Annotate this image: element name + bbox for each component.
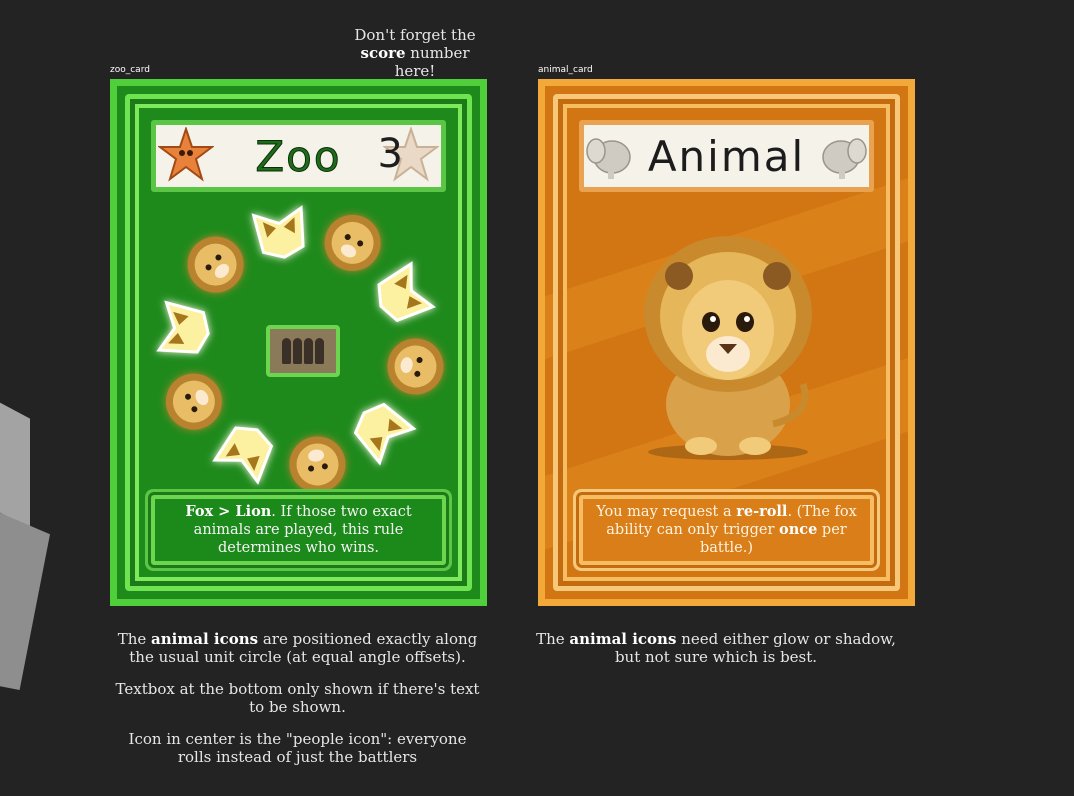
note-text: number here! [394,44,470,80]
lion-icon [324,214,381,271]
rule-bold: re-roll [736,503,788,520]
note-text: score number here! [350,44,480,80]
note-paragraph: The animal icons are positioned exactly … [110,630,485,666]
note-text: Don't forget the [354,26,476,44]
lion-icon [387,338,444,395]
fox-icon [377,261,436,323]
elephant-icon [822,138,867,179]
note-animal: The animal icons need either glow or sha… [528,630,904,666]
rule-text-part: You may request a [596,504,737,520]
person-figure [282,338,291,364]
title-bar: Animal [579,120,874,192]
note-text: The [536,630,570,648]
person-figure [293,338,302,364]
lion-icon [187,236,244,293]
card-label-zoo: zoo_card [110,65,150,75]
background-shape [0,500,50,690]
note-bold: animal icons [569,630,677,648]
rule-bold: once [779,521,818,538]
animal-card[interactable]: Animal You may request a re-roll. (The f… [538,79,915,606]
note-paragraph: Icon in center is the "people icon": eve… [128,730,467,766]
rule-text: You may request a re-roll. (The fox abil… [591,503,862,557]
card-label-animal: animal_card [538,65,593,75]
background-shape [0,381,30,529]
fox-icon [251,205,305,259]
rule-bold: Fox > Lion [185,503,272,520]
lion-icon [165,373,222,430]
people-icon [266,325,340,377]
person-figure [315,338,324,364]
rule-text: Fox > Lion. If those two exact animals a… [163,503,434,557]
person-figure [304,338,313,364]
note-score: Don't forget the score number here! [350,26,480,80]
fox-icon [156,300,210,354]
note-bold: animal icons [151,630,259,648]
lion-icon [289,436,346,493]
rule-textbox: You may request a re-roll. (The fox abil… [579,495,874,565]
note-bold: score [360,44,406,62]
rule-textbox: Fox > Lion. If those two exact animals a… [151,495,446,565]
fox-icon [212,426,274,485]
note-paragraph: Textbox at the bottom only shown if ther… [115,680,480,716]
zoo-card[interactable]: Zoo 3 Fox > Lion. If those two exact ani… [110,79,487,606]
note-zoo: The animal icons are positioned exactly … [110,630,485,780]
note-text: The [117,630,152,648]
lion-icon [644,236,812,460]
fox-icon [353,402,417,466]
card-title: Animal [647,131,806,181]
elephant-icon [586,138,631,179]
